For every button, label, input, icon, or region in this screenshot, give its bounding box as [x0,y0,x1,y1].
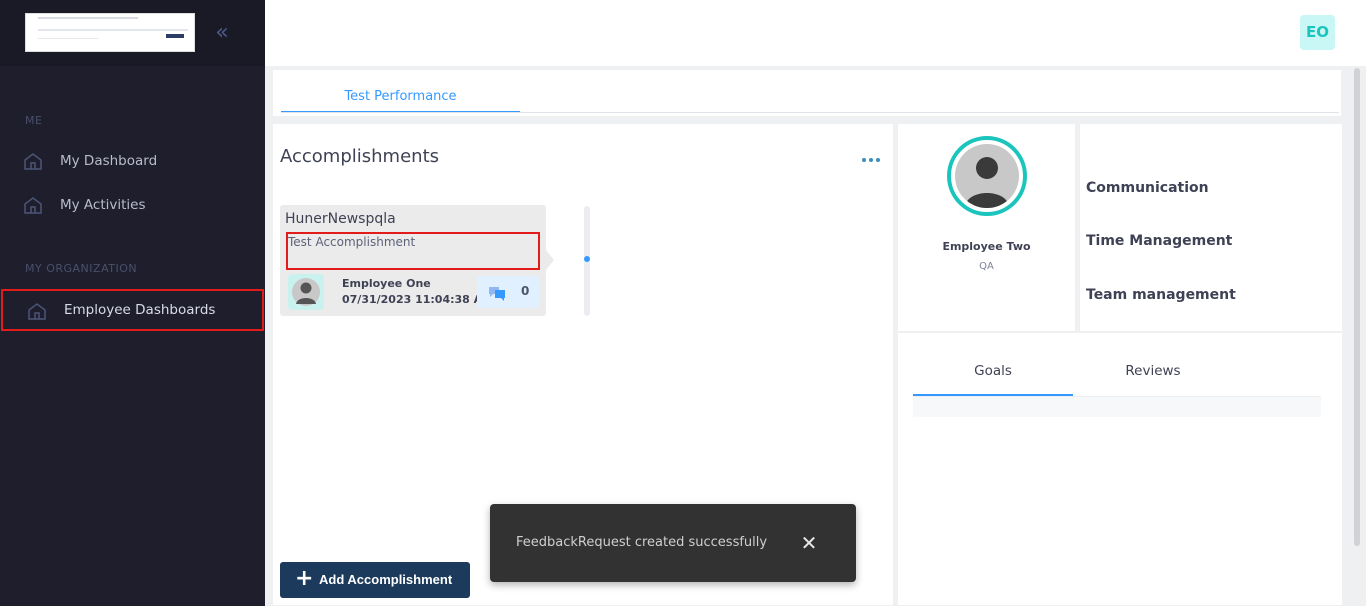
sidebar: « ME My Dashboard My Activities MY ORGAN… [0,0,265,606]
more-options-icon[interactable] [861,152,883,166]
plus-icon: + [295,566,314,591]
toast-notification: FeedbackRequest created successfully ✕ [490,504,856,582]
tab-content-area [913,397,1321,417]
person-icon [965,157,1009,208]
home-icon [28,303,46,320]
accomplishment-title: HunerNewspqla [285,211,396,227]
add-accomplishment-button[interactable]: + Add Accomplishment [280,562,470,598]
sidebar-item-label: My Activities [60,197,146,213]
toast-message: FeedbackRequest created successfully [516,535,768,550]
tab-reviews[interactable]: Reviews [1073,353,1233,396]
sidebar-item-employee-dashboards[interactable]: Employee Dashboards [1,289,264,331]
sidebar-header: « [0,0,265,66]
close-icon[interactable]: ✕ [798,532,820,554]
logo[interactable] [25,13,195,52]
page-scrollbar[interactable] [1349,68,1363,546]
accomplishment-author: Employee One [342,277,431,290]
comments-button[interactable]: 0 [477,276,539,308]
profile-avatar [947,136,1027,216]
avatar [288,274,324,310]
top-header [265,0,1366,66]
skill-team-management: Team management [1086,287,1236,303]
home-icon [24,197,42,214]
employee-role: QA [979,261,994,272]
accomplishment-date: 07/31/2023 11:04:38 AM [342,293,494,306]
skill-time-management: Time Management [1086,233,1233,249]
timeline-dot [584,256,590,262]
employee-name: Employee Two [942,240,1031,253]
sidebar-item-my-dashboard[interactable]: My Dashboard [0,141,265,181]
accomplishment-description: Test Accomplishment [288,235,416,249]
section-label-me: ME [25,114,43,127]
person-icon [292,278,320,306]
sidebar-item-label: My Dashboard [60,153,158,169]
goals-reviews-panel: Goals Reviews [898,333,1342,605]
sidebar-item-my-activities[interactable]: My Activities [0,185,265,225]
sidebar-item-label: Employee Dashboards [64,302,216,318]
accomplishment-item[interactable]: HunerNewspqla Test Accomplishment Employ… [280,205,554,316]
item-pointer [546,250,554,270]
scrollbar-thumb[interactable] [1354,68,1360,546]
chat-icon [489,287,505,301]
tab-test-performance[interactable]: Test Performance [281,84,520,113]
home-icon [24,153,42,170]
user-avatar[interactable]: EO [1300,15,1335,50]
skill-communication: Communication [1086,180,1209,196]
comment-count: 0 [521,284,530,298]
tabs-bar: Test Performance [273,70,1341,116]
accomplishments-title: Accomplishments [280,146,440,167]
section-label-my-organization: MY ORGANIZATION [25,262,138,275]
double-chevron-left-icon[interactable]: « [208,20,236,46]
skills-card: Communication Time Management Team manag… [1080,124,1342,331]
tabs-divider [281,112,1339,113]
add-accomplishment-label: Add Accomplishment [319,572,453,587]
tab-goals[interactable]: Goals [913,353,1073,396]
employee-profile-card: Employee Two QA [898,124,1075,331]
